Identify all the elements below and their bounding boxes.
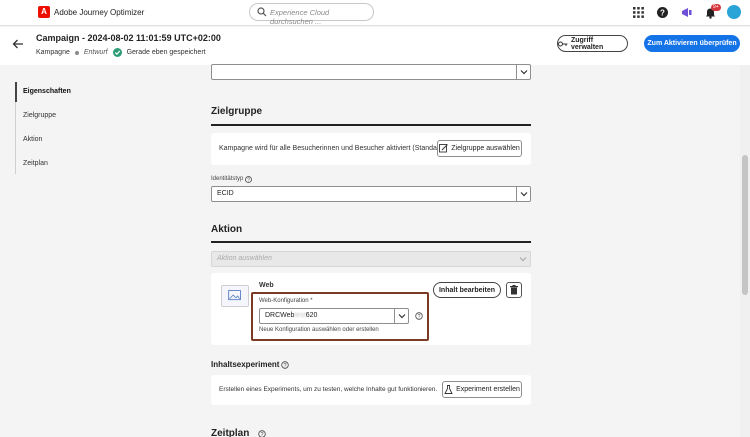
- edit-icon: [439, 144, 449, 153]
- chevron-down-icon: [516, 65, 530, 79]
- info-icon[interactable]: ?: [258, 430, 266, 437]
- web-channel-thumbnail: [221, 285, 249, 307]
- experiment-card: Erstellen eines Experiments, um zu teste…: [211, 375, 531, 405]
- campaign-title: Campaign - 2024-08-02 11:01:59 UTC+02:00: [36, 33, 221, 43]
- action-select-placeholder: Aktion auswählen: [217, 255, 272, 262]
- nav-item-schedule[interactable]: Zeitplan: [23, 160, 48, 167]
- experiment-description: Erstellen eines Experiments, um zu teste…: [219, 386, 438, 393]
- channel-name: Web: [259, 282, 274, 289]
- save-state: Gerade eben gespeichert: [126, 49, 206, 56]
- help-icon[interactable]: ?: [656, 6, 669, 19]
- chevron-down-icon: [516, 252, 530, 266]
- create-experiment-button[interactable]: Experiment erstellen: [442, 381, 522, 398]
- edit-content-button[interactable]: Inhalt bearbeiten: [433, 282, 501, 298]
- schedule-section-title: Zeitplan: [211, 428, 250, 437]
- audience-description: Kampagne wird für alle Besucherinnen und…: [219, 145, 446, 152]
- review-to-activate-button[interactable]: Zum Aktivieren überprüfen: [644, 35, 740, 52]
- top-bar: A Adobe Journey Optimizer Experience Clo…: [0, 0, 750, 26]
- svg-text:?: ?: [247, 177, 250, 183]
- identity-type-value: ECID: [217, 190, 234, 197]
- nav-item-action[interactable]: Aktion: [23, 136, 42, 143]
- action-section-title: Aktion: [211, 224, 243, 235]
- search-input[interactable]: Experience Cloud durchsuchen ...: [249, 3, 374, 26]
- key-icon: [558, 41, 568, 46]
- svg-text:?: ?: [283, 363, 286, 369]
- campaign-header: Campaign - 2024-08-02 11:01:59 UTC+02:00…: [0, 27, 750, 65]
- megaphone-icon[interactable]: [680, 6, 693, 19]
- search-icon: [257, 7, 267, 17]
- status-badge: Entwurf: [83, 49, 108, 56]
- web-config-highlight: [251, 292, 429, 341]
- active-nav-indicator: [15, 82, 17, 102]
- back-arrow-icon[interactable]: [12, 38, 24, 50]
- scrollbar-thumb[interactable]: [742, 155, 748, 295]
- delete-button[interactable]: [506, 282, 522, 298]
- status-dot-icon: [74, 50, 79, 55]
- info-icon[interactable]: ?: [245, 176, 252, 183]
- flask-icon: [444, 385, 453, 394]
- manage-access-label: Zugriff verwalten: [570, 36, 604, 51]
- manage-access-button[interactable]: Zugriff verwalten: [557, 35, 628, 52]
- trash-icon: [510, 285, 518, 295]
- audience-card: Kampagne wird für alle Besucherinnen und…: [211, 133, 531, 165]
- identity-type-label: Identitätstyp: [211, 176, 244, 182]
- svg-text:?: ?: [260, 432, 263, 437]
- adobe-logo[interactable]: A: [38, 6, 50, 18]
- select-audience-button[interactable]: Zielgruppe auswählen: [437, 140, 522, 157]
- apps-grid-icon[interactable]: [632, 6, 645, 19]
- action-select-dropdown[interactable]: Aktion auswählen: [211, 251, 531, 267]
- campaign-type: Kampagne: [36, 49, 70, 56]
- chevron-down-icon: [516, 187, 530, 201]
- info-icon[interactable]: ?: [281, 361, 289, 369]
- nav-item-properties[interactable]: Eigenschaften: [23, 88, 71, 95]
- audience-section-title: Zielgruppe: [211, 106, 263, 117]
- experiment-section-title: Inhaltsexperiment: [211, 360, 280, 369]
- left-navigation: Eigenschaften Zielgruppe Aktion Zeitplan: [15, 82, 90, 174]
- app-name[interactable]: Adobe Journey Optimizer: [54, 8, 144, 17]
- audience-divider: [211, 124, 531, 126]
- create-experiment-label: Experiment erstellen: [456, 386, 520, 393]
- image-icon: [228, 290, 241, 301]
- action-divider: [211, 241, 531, 243]
- campaign-meta: Kampagne Entwurf Gerade eben gespeichert: [36, 48, 206, 57]
- checkmark-icon: [112, 48, 122, 57]
- avatar[interactable]: [727, 5, 741, 19]
- svg-text:?: ?: [660, 8, 665, 17]
- identity-type-dropdown[interactable]: ECID: [211, 186, 531, 202]
- notification-badge: 9+: [711, 4, 721, 11]
- select-audience-label: Zielgruppe auswählen: [451, 145, 520, 152]
- search-placeholder: Experience Cloud durchsuchen ...: [270, 8, 330, 26]
- properties-dropdown[interactable]: [211, 64, 531, 80]
- nav-item-audience[interactable]: Zielgruppe: [23, 112, 56, 119]
